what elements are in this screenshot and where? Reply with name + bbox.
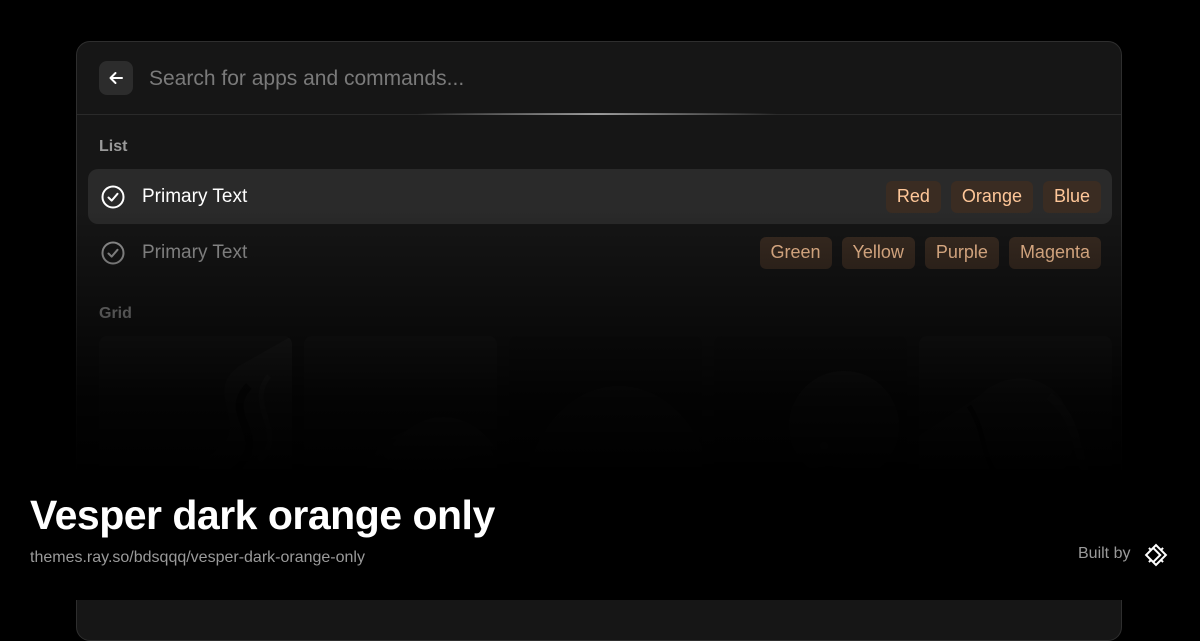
search-bar	[77, 42, 1121, 115]
tag-yellow: Yellow	[841, 236, 915, 269]
tag-magenta: Magenta	[1008, 236, 1101, 269]
tag-blue: Blue	[1042, 180, 1101, 213]
search-focus-glow	[417, 113, 777, 115]
check-circle-icon	[101, 241, 125, 265]
list-item-tags: Green Yellow Purple Magenta	[759, 236, 1101, 269]
theme-url-link[interactable]: themes.ray.so/bdsqqq/vesper-dark-orange-…	[30, 549, 365, 567]
theme-title: Vesper dark orange only	[30, 492, 495, 538]
arrow-left-icon	[107, 69, 125, 87]
grid-item[interactable]	[714, 336, 907, 596]
list-section-title: List	[99, 138, 128, 155]
tag-red: Red	[885, 180, 941, 213]
built-by-label: Built by	[1078, 545, 1131, 562]
tag-orange: Orange	[950, 180, 1033, 213]
tag-purple: Purple	[924, 236, 999, 269]
list-item-title: Primary Text	[142, 185, 248, 207]
raycast-logo-icon[interactable]	[1143, 542, 1169, 568]
back-button[interactable]	[99, 61, 133, 95]
grid-item[interactable]	[509, 336, 702, 596]
tag-green: Green	[759, 236, 832, 269]
list-item[interactable]: Primary Text Red Orange Blue	[88, 169, 1112, 224]
list-item[interactable]: Primary Text Green Yellow Purple Magenta	[88, 225, 1112, 280]
grid-section-title: Grid	[99, 305, 132, 322]
check-circle-icon	[101, 185, 125, 209]
list-item-tags: Red Orange Blue	[885, 180, 1101, 213]
list-item-title: Primary Text	[142, 241, 248, 263]
search-input[interactable]	[147, 62, 851, 96]
